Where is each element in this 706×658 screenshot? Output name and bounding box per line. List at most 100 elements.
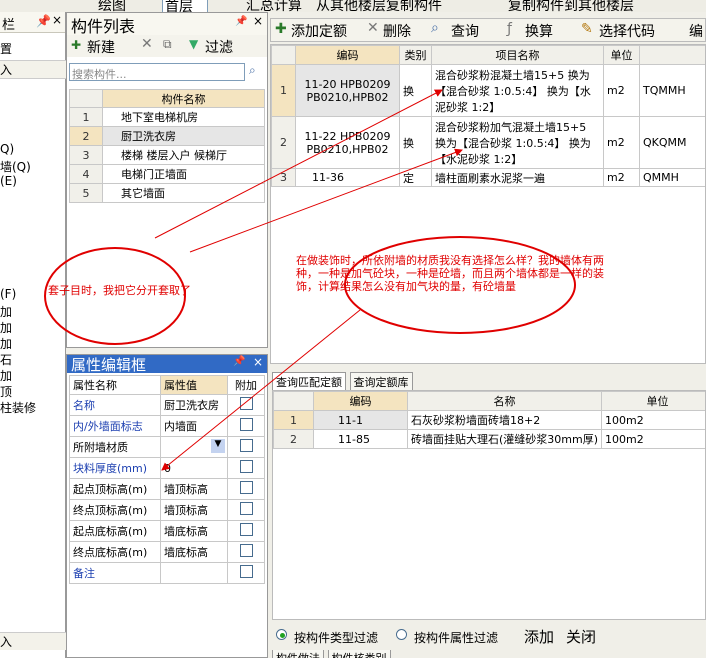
attach-checkbox[interactable] [239,460,253,473]
nav-item[interactable]: (E) [0,174,17,188]
tab-quota-library[interactable]: 查询定额库 [349,372,413,391]
delete-icon[interactable]: ✕ [141,36,153,52]
component-name-header: 构件名称 [102,89,265,108]
component-table: 构件名称 1 地下室电梯机房 2 厨卫洗衣房 3 楼梯 楼层入户 候梯厅 4 电梯门正墙… [69,89,265,203]
copy-icon[interactable]: ⧉ [163,37,172,52]
floor-select[interactable]: 首层 [162,0,208,12]
property-panel: 属性编辑框 📌 × 属性名称 属性值 附加 名称 厨卫洗衣房 内/外墙面标志 内墙面 所… [66,354,268,658]
prop-name: 名称 [69,394,161,416]
attach-checkbox[interactable] [239,418,253,431]
search-icon[interactable]: ⌕ [249,63,256,78]
select-code-icon[interactable]: ✎ [581,21,593,37]
nav-item[interactable]: 加 [0,367,12,384]
prop-value[interactable]: 墙底标高 [160,520,228,542]
nav-item[interactable]: 入 [0,60,66,79]
table-row[interactable]: 1 地下室电梯机房 [69,107,265,127]
attr-filter-label[interactable]: 按构件属性过滤 [414,629,498,646]
nav-item[interactable]: 石 [0,351,12,368]
edit-button[interactable]: 编 [689,21,703,41]
table-row[interactable]: 5 其它墙面 [69,183,265,203]
item-name-header: 项目名称 [431,45,604,65]
attach-checkbox[interactable] [239,523,253,536]
table-row[interactable]: 1 11-20 HPB0209 PB0210,HPB02 换 混合砂浆粉混凝土墙… [271,64,705,117]
tab-component-method[interactable]: 构件做法 [272,650,324,658]
close-icon[interactable]: × [253,355,263,369]
pin-icon[interactable]: 📌 [233,356,245,367]
attach-checkbox[interactable] [239,439,253,452]
prop-value[interactable]: 内墙面 [160,415,228,437]
quota-table-area: 编码 类别 项目名称 单位 1 11-20 HPB0209 PB0210,HPB02 … [270,44,706,364]
add-quota-icon[interactable]: ✚ [275,21,287,37]
prop-name: 备注 [69,562,161,584]
table-row[interactable]: 2 厨卫洗衣房 [69,126,265,146]
close-icon[interactable]: × [52,13,62,27]
radio-attr-filter[interactable] [396,629,407,640]
draw-tab[interactable]: 绘图 [98,0,126,12]
nav-item[interactable]: 加 [0,335,12,352]
query-code-header: 编码 [313,391,408,411]
prop-value[interactable] [160,562,228,584]
chevron-down-icon[interactable]: ▼ [211,439,225,453]
table-row[interactable]: 2 11-85 砖墙面挂贴大理石(灌缝砂浆30mm厚) 100m2 [273,429,705,449]
attach-checkbox[interactable] [239,481,253,494]
table-row[interactable]: 3 11-36 定 墙柱面刷素水泥浆一遍 m2 QMMH [271,168,705,187]
filter-button[interactable]: 过滤 [205,37,233,57]
nav-item[interactable]: 顶 [0,383,12,400]
wall-material-select[interactable]: ▼ [160,436,228,458]
add-quota-button[interactable]: 添加定额 [291,21,347,41]
summary-button[interactable]: 汇总计算 [246,0,302,12]
nav-item[interactable]: 墙(Q) [0,158,31,175]
prop-value[interactable]: 0 [160,457,228,479]
table-row[interactable]: 2 11-22 HPB0209 PB0210,HPB02 换 混合砂浆粉加气混凝… [271,116,705,169]
table-row[interactable]: 4 电梯门正墙面 [69,164,265,184]
swap-icon[interactable]: ƒ [507,21,512,37]
select-code-button[interactable]: 选择代码 [599,21,655,41]
pin-icon[interactable]: 📌 [36,14,51,28]
nav-item[interactable]: 置 [0,40,12,57]
delete-button[interactable]: 删除 [383,21,411,41]
prop-value[interactable]: 墙底标高 [160,541,228,563]
copy-from-floor-button[interactable]: 从其他楼层复制构件 [316,0,442,12]
prop-name: 终点底标高(m) [69,541,161,563]
new-button[interactable]: 新建 [87,37,115,57]
new-icon[interactable]: ✚ [71,38,81,52]
tab-component-category[interactable]: 构件核类别 [327,650,391,658]
attach-checkbox[interactable] [239,397,253,410]
left-nav-panel: 栏 📌 × 置 入 Q) 墙(Q) (E) (F) 加 加 加 石 加 顶 柱装… [0,12,66,658]
table-row[interactable]: 3 楼梯 楼层入户 候梯厅 [69,145,265,165]
filter-icon[interactable]: ▼ [189,37,198,51]
close-button[interactable]: 关闭 [566,626,596,647]
nav-item[interactable]: (F) [0,287,16,301]
attach-checkbox[interactable] [239,565,253,578]
add-button[interactable]: 添加 [524,626,554,647]
attach-checkbox[interactable] [239,502,253,515]
query-tabs: 查询匹配定额 查询定额库 [272,372,706,391]
nav-item[interactable]: 入 [0,632,66,650]
swap-button[interactable]: 换算 [525,21,553,41]
table-row[interactable]: 1 11-1 石灰砂浆粉墙面砖墙18+2 100m2 [273,410,705,430]
nav-item[interactable]: 加 [0,319,12,336]
type-filter-label[interactable]: 按构件类型过滤 [294,629,378,646]
copy-to-floor-button[interactable]: 复制构件到其他楼层 [508,0,634,12]
search-input[interactable]: 搜索构件... [69,63,245,81]
close-icon[interactable]: × [253,14,263,28]
radio-type-filter[interactable] [276,629,287,640]
query-button[interactable]: 查询 [451,21,479,41]
left-annotation-text: 套子目时，我把它分开套取了 [48,284,191,297]
nav-item[interactable]: 柱装修 [0,399,36,416]
delete-icon[interactable]: ✕ [367,20,379,36]
pin-icon[interactable]: 📌 [235,16,247,27]
code-header: 编码 [295,45,400,65]
prop-name-header: 属性名称 [69,375,161,395]
search-icon[interactable]: ⌕ [431,20,439,36]
prop-value[interactable]: 厨卫洗衣房 [160,394,228,416]
query-name-header: 名称 [407,391,602,411]
prop-name: 起点顶标高(m) [69,478,161,500]
type-header: 类别 [399,45,432,65]
tab-match-quota[interactable]: 查询匹配定额 [272,372,346,391]
prop-value[interactable]: 墙顶标高 [160,478,228,500]
nav-item[interactable]: 加 [0,303,12,320]
prop-value[interactable]: 墙顶标高 [160,499,228,521]
nav-item[interactable]: Q) [0,142,14,156]
attach-checkbox[interactable] [239,544,253,557]
